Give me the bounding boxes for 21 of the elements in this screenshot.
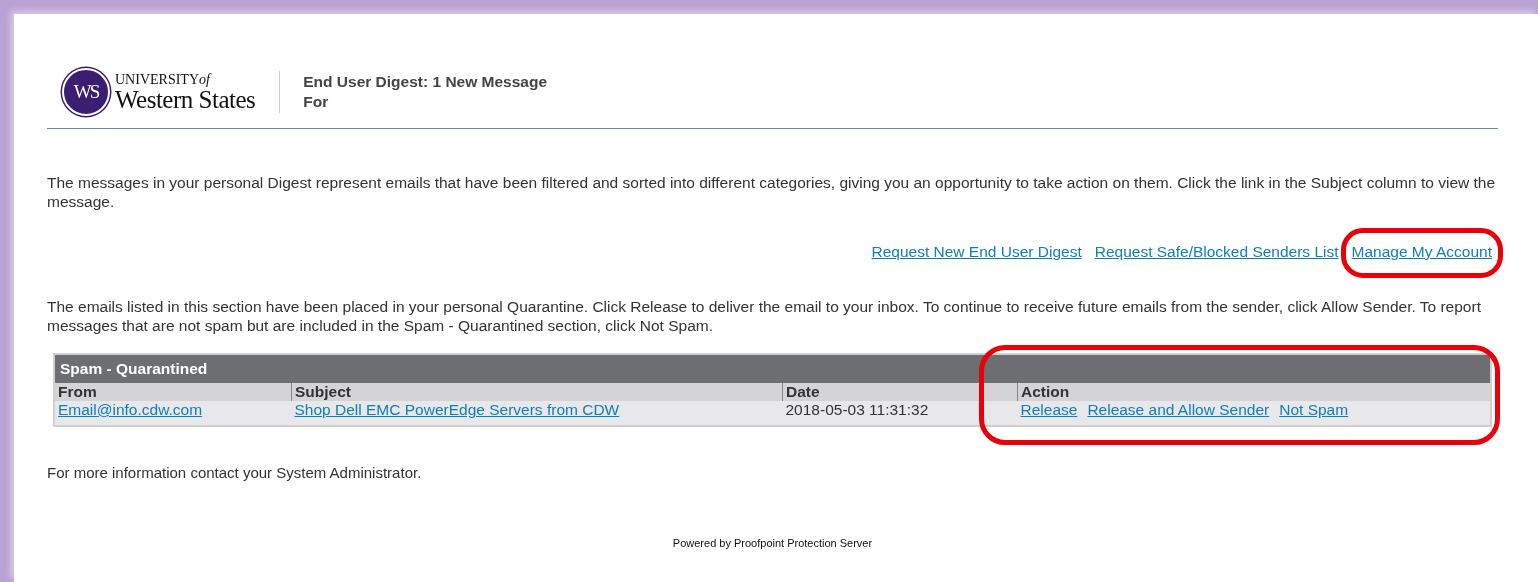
column-header: Action: [1017, 383, 1491, 401]
header-link[interactable]: Request Safe/Blocked Senders List: [1094, 243, 1339, 260]
logo-seal: WS: [62, 68, 110, 116]
intro-text: The messages in your personal Digest represent emails that have been filtered and sorted into different categories, giving you an opportunity to take action on them. Click the link in the Subject column to view the message.: [47, 173, 1497, 211]
digest-subtitle: For: [303, 92, 330, 112]
date-text: 2018-05-03 11:31:32: [785, 401, 929, 418]
header-link[interactable]: Request New End User Digest: [871, 243, 1082, 260]
action-link[interactable]: Not Spam: [1279, 401, 1349, 419]
logo-text: Western States: [115, 86, 256, 112]
footer-text: Powered by Proofpoint Protection Server: [671, 536, 874, 551]
quarantine-note: The emails listed in this section have been placed in your personal Quarantine. Click Release to deliver the email to your inbox. To continue to receive future emails from the sender, click Allow Sender. To report messages that are not spam but are included in the Spam - Quarantined section, click Not Spam.: [47, 297, 1482, 335]
header-link[interactable]: Manage My Account: [1351, 243, 1492, 260]
digest-title: End User Digest: 1 New Message: [303, 72, 548, 92]
column-header: From: [54, 383, 292, 401]
logo-text: UNIVERSITYof: [115, 72, 213, 87]
column-header: Subject: [291, 383, 783, 401]
action-link[interactable]: Release and Allow Sender: [1087, 401, 1270, 419]
column-header: Date: [782, 383, 1018, 401]
action-link[interactable]: Release: [1020, 401, 1078, 419]
contact-note: For more information contact your System Administrator.: [47, 463, 423, 482]
section-title: Spam - Quarantined: [54, 354, 1491, 383]
